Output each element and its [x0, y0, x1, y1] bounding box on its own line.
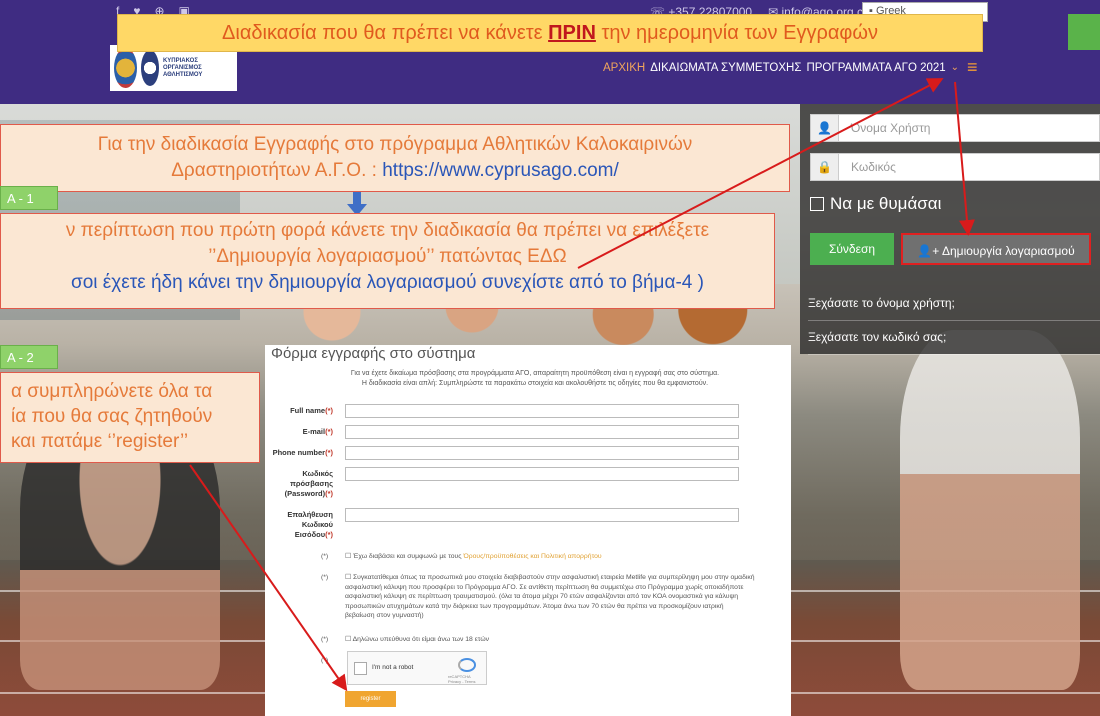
register-button[interactable]: register	[345, 691, 396, 707]
recaptcha-terms: Privacy - Terms	[448, 679, 476, 684]
note3-line1: α συμπληρώνετε όλα τα	[11, 381, 213, 402]
step-tag-a2: A - 2	[0, 345, 58, 369]
required-mark: (*)	[325, 448, 333, 457]
recaptcha-widget[interactable]: I'm not a robot reCAPTCHA Privacy - Terms	[347, 651, 487, 685]
email-label-text: E-mail	[302, 427, 326, 436]
terms-link[interactable]: Όρους/προϋποθέσεις και Πολιτική απορρήτο…	[463, 553, 601, 560]
instruction-banner: Διαδικασία που θα πρέπει να κάνετε ΠΡΙΝ …	[117, 14, 983, 52]
form-intro-line2: Η διαδικασία είναι απλή: Συμπληρώστε τα …	[361, 380, 709, 387]
required-mark: (*)	[325, 530, 333, 539]
forgot-username-link[interactable]: Ξεχάσατε το όνομα χρήστη;	[808, 296, 1100, 321]
password-input[interactable]	[345, 467, 739, 481]
recaptcha-icon	[458, 658, 476, 672]
phone-input[interactable]	[345, 446, 739, 460]
form-intro: Για να έχετε δικαίωμα πρόσβασης στα προγ…	[295, 369, 775, 389]
recaptcha-label: I'm not a robot	[372, 664, 414, 671]
lock-icon: 🔒	[811, 154, 839, 180]
karate-athlete	[900, 330, 1080, 690]
note1-line1: Για την διαδικασία Εγγραφής στο πρόγραμμ…	[97, 134, 693, 155]
nav-programs[interactable]: ΠΡΟΓΡΑΜΜΑΤΑ ΑΓΟ 2021	[806, 62, 945, 74]
note2-line1: ν περίπτωση που πρώτη φορά κάνετε την δι…	[65, 220, 710, 241]
instruction-note-1: Για την διαδικασία Εγγραφής στο πρόγραμμ…	[0, 124, 790, 192]
add-user-icon: 👤+	[917, 244, 940, 258]
confirm-password-input[interactable]	[345, 508, 739, 522]
green-widget[interactable]	[1068, 14, 1100, 50]
note1-line2: Δραστηριοτήτων Α.Γ.Ο. :	[171, 160, 383, 181]
create-account-button[interactable]: 👤+ Δημιουργία λογαριασμού	[901, 233, 1091, 265]
confirm-password-label: Επαλήθευση Κωδικού Εισόδου(*)	[265, 510, 333, 540]
fullname-label: Full name(*)	[265, 406, 333, 416]
note3-line3: και πατάμε ‘’register’’	[11, 431, 189, 452]
cyprus-emblem-icon	[114, 48, 137, 88]
age-text[interactable]: ☐ Δηλώνω υπεύθυνα ότι είμαι άνω των 18 ε…	[345, 635, 755, 645]
phone-label-text: Phone number	[272, 448, 326, 457]
age-declaration: Δηλώνω υπεύθυνα ότι είμαι άνω των 18 ετώ…	[352, 636, 490, 643]
logo-text: ΚΥΠΡΙΑΚΟΣ ΟΡΓΑΝΙΣΜΟΣ ΑΘΛΗΤΙΣΜΟΥ	[162, 57, 203, 78]
password-field[interactable]: 🔒 Κωδικός	[810, 153, 1100, 181]
fullname-label-text: Full name	[290, 406, 326, 415]
insurance-consent: Συγκατατίθεμαι όπως τα προσωπικά μου στο…	[345, 574, 755, 619]
note3-line2: ία που θα σας ζητηθούν	[11, 406, 213, 427]
login-button[interactable]: Σύνδεση	[810, 233, 894, 265]
required-mark: (*)	[321, 574, 329, 581]
nav-home[interactable]: ΑΡΧΙΚΗ	[603, 62, 645, 74]
note2-line3: σοι έχετε ήδη κάνει την δημιουργία λογαρ…	[71, 272, 704, 293]
fullname-input[interactable]	[345, 404, 739, 418]
phone-label: Phone number(*)	[265, 448, 333, 458]
required-mark: (*)	[325, 489, 333, 498]
koa-emblem-icon	[140, 50, 159, 86]
site-url[interactable]: https://www.cyprusago.com/	[382, 160, 619, 181]
user-icon: 👤	[811, 115, 839, 141]
registration-form: Φόρμα εγγραφής στο σύστημα Για να έχετε …	[265, 345, 791, 716]
email-label: E-mail(*)	[265, 427, 333, 437]
email-input[interactable]	[345, 425, 739, 439]
username-field[interactable]: 👤 Όνομα Χρήστη	[810, 114, 1100, 142]
password-label: Κωδικός πρόσβασης (Password)(*)	[265, 469, 333, 499]
required-mark: (*)	[321, 657, 329, 664]
terms-text[interactable]: ☐ Έχω διαβάσει και συμφωνώ με τους Όρους…	[345, 552, 755, 562]
remember-checkbox[interactable]	[810, 197, 824, 211]
banner-text-before: Διαδικασία που θα πρέπει να κάνετε	[222, 22, 549, 44]
menu-icon[interactable]: ≡	[967, 58, 978, 76]
note2-line2: ’’Δημιουργία λογαριασμού’’ πατώντας ΕΔΩ	[208, 246, 567, 267]
instruction-note-2: ν περίπτωση που πρώτη φορά κάνετε την δι…	[0, 213, 775, 309]
required-mark: (*)	[321, 553, 329, 560]
remember-label: Να με θυμάσαι	[830, 194, 942, 213]
banner-emphasis: ΠΡΙΝ	[548, 22, 596, 44]
required-mark: (*)	[325, 427, 333, 436]
remember-me[interactable]: Να με θυμάσαι	[810, 194, 941, 214]
terms-before: Έχω διαβάσει και συμφωνώ με τους	[352, 553, 464, 560]
insurance-text[interactable]: ☐ Συγκατατίθεμαι όπως τα προσωπικά μου σ…	[345, 573, 755, 621]
form-title: Φόρμα εγγραφής στο σύστημα	[271, 345, 476, 362]
username-placeholder: Όνομα Χρήστη	[851, 121, 931, 135]
required-mark: (*)	[321, 636, 329, 643]
forgot-password-link[interactable]: Ξεχάσατε τον κωδικό σας;	[808, 330, 1100, 355]
nav-rights[interactable]: ΔΙΚΑΙΩΜΑΤΑ ΣΥΜΜΕΤΟΧΗΣ	[650, 62, 801, 74]
recaptcha-checkbox[interactable]	[354, 662, 367, 675]
create-account-label: Δημιουργία λογαριασμού	[941, 244, 1075, 258]
main-nav: ΑΡΧΙΚΗ ΔΙΚΑΙΩΜΑΤΑ ΣΥΜΜΕΤΟΧΗΣ ΠΡΟΓΡΑΜΜΑΤΑ…	[603, 62, 959, 74]
form-intro-line1: Για να έχετε δικαίωμα πρόσβασης στα προγ…	[350, 370, 720, 377]
step-tag-a1: A - 1	[0, 186, 58, 210]
chevron-down-icon[interactable]: ⌄	[951, 62, 959, 74]
recaptcha-brand: reCAPTCHA Privacy - Terms	[448, 674, 475, 684]
instruction-note-3: α συμπληρώνετε όλα τα ία που θα σας ζητη…	[0, 372, 260, 463]
banner-text-after: την ημερομηνία των Εγγραφών	[595, 22, 878, 44]
password-placeholder: Κωδικός	[851, 160, 896, 174]
required-mark: (*)	[325, 406, 333, 415]
